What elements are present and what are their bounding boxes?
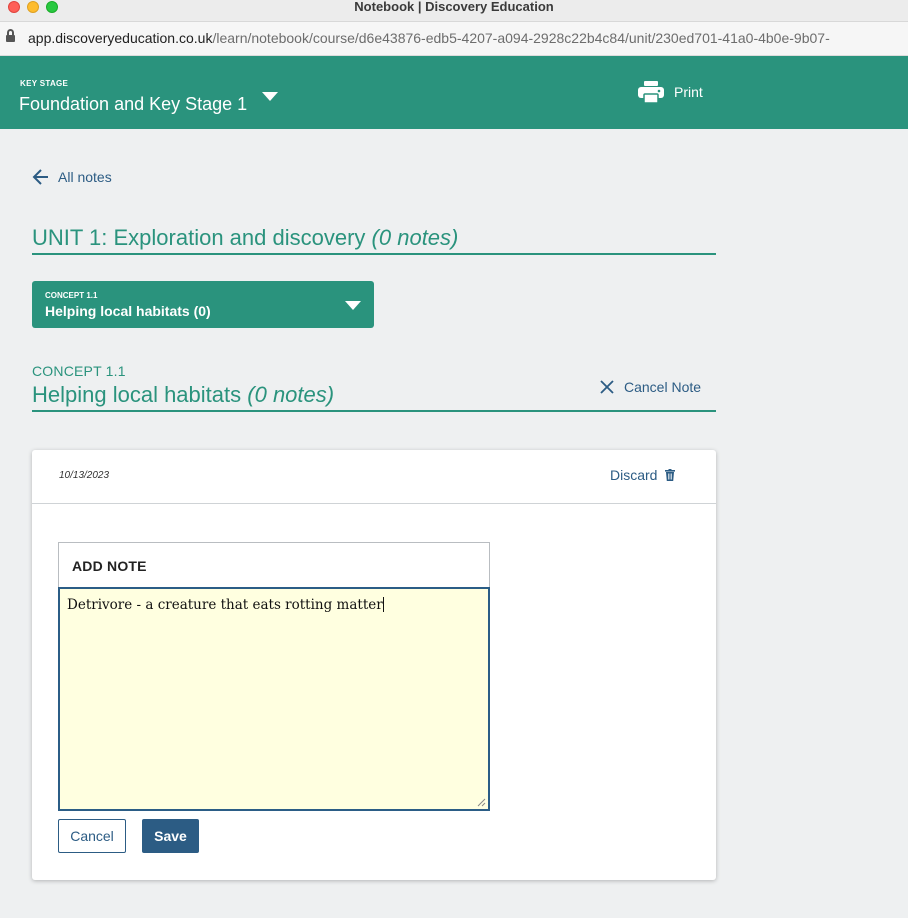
add-note-title: ADD NOTE [72,558,147,574]
print-label: Print [674,84,703,100]
key-stage-selector[interactable]: Foundation and Key Stage 1 [19,93,247,115]
arrow-left-icon [32,169,48,185]
concept-dropdown-label: CONCEPT 1.1 [45,291,98,300]
chevron-down-icon[interactable] [262,92,278,101]
note-text: Detrivore - a creature that eats rotting… [67,597,383,613]
url-path: /learn/notebook/course/d6e43876-edb5-420… [212,30,830,46]
concept-dropdown[interactable]: CONCEPT 1.1 Helping local habitats (0) [32,281,374,328]
printer-icon [638,81,664,103]
save-button[interactable]: Save [142,819,199,853]
note-textarea[interactable]: Detrivore - a creature that eats rotting… [58,587,490,811]
cancel-note-label: Cancel Note [624,379,702,395]
trash-icon [665,469,676,481]
address-bar[interactable]: app.discoveryeducation.co.uk/learn/noteb… [0,22,908,56]
cancel-button[interactable]: Cancel [58,819,126,853]
note-card-header: 10/13/2023 Discard [32,450,716,504]
discard-button[interactable]: Discard [610,467,676,483]
print-button[interactable]: Print [638,80,703,104]
concept-dropdown-value: Helping local habitats (0) [45,303,211,319]
all-notes-link[interactable]: All notes [32,168,112,186]
concept-note-count: (0 notes) [247,382,335,407]
unit-title-text: UNIT 1: Exploration and discovery [32,225,366,250]
concept-label: CONCEPT 1.1 [32,363,126,379]
discard-label: Discard [610,467,658,483]
add-note-header: ADD NOTE [58,542,490,588]
lock-icon [6,29,15,43]
chevron-down-icon [345,301,361,310]
resize-grip-icon[interactable] [477,798,486,807]
unit-title: UNIT 1: Exploration and discovery (0 not… [32,225,716,255]
concept-title-text: Helping local habitats [32,382,242,407]
cancel-note-button[interactable]: Cancel Note [600,379,701,395]
key-stage-label: KEY STAGE [20,79,69,88]
window-title: Notebook | Discovery Education [354,0,554,14]
all-notes-label: All notes [58,169,112,185]
url-text[interactable]: app.discoveryeducation.co.uk/learn/noteb… [28,30,830,47]
url-host: app.discoveryeducation.co.uk [28,30,213,46]
close-icon [600,380,614,394]
window-titlebar: Notebook | Discovery Education [0,0,908,22]
app-header: KEY STAGE Foundation and Key Stage 1 Pri… [0,56,908,129]
unit-note-count: (0 notes) [371,225,459,250]
note-card: 10/13/2023 Discard ADD NOTE Detrivore - … [32,450,716,880]
note-date: 10/13/2023 [59,470,110,481]
text-cursor [382,597,384,612]
